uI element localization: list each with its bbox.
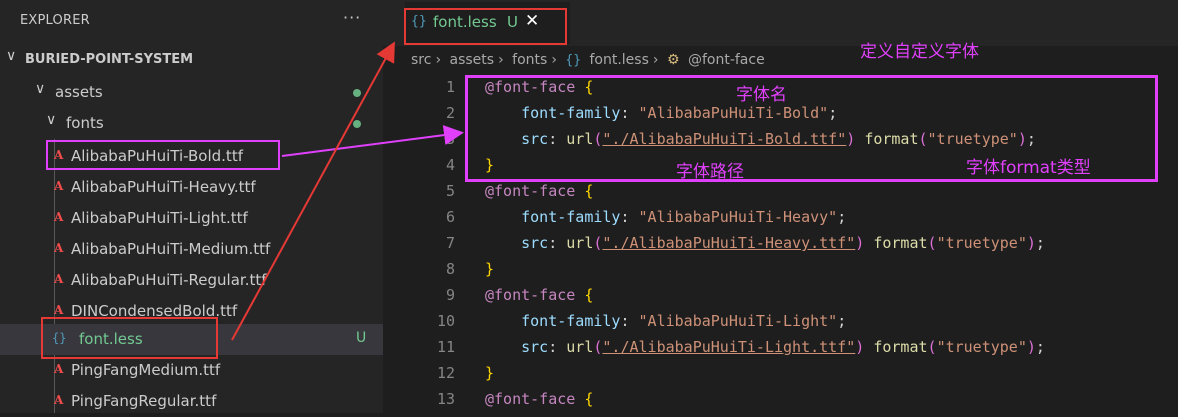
tree-folder-fonts[interactable]: ∨ fonts xyxy=(0,108,383,139)
file-highlight-box xyxy=(41,317,218,359)
modified-dot-icon xyxy=(353,120,361,128)
chevron-right-icon: › xyxy=(435,52,442,68)
breadcrumb: src › assets › fonts › {} font.less › ⚙ @fon… xyxy=(411,52,769,68)
annotation-label: 定义自定义字体 xyxy=(860,42,979,62)
code-line[interactable]: @font-face { xyxy=(485,182,593,200)
line-number: 11 xyxy=(436,338,455,356)
line-number: 5 xyxy=(445,182,455,200)
file-row[interactable]: A AlibabaPuHuiTi-Medium.ttf xyxy=(0,234,383,265)
symbol-class-icon: ⚙ xyxy=(666,52,680,68)
file-row[interactable]: A AlibabaPuHuiTi-Regular.ttf xyxy=(0,265,383,296)
file-highlight-box xyxy=(46,140,280,170)
ttf-icon: A xyxy=(54,303,64,317)
ttf-icon: A xyxy=(54,179,64,193)
file-label: PingFangRegular.ttf xyxy=(71,392,217,410)
git-status-badge: U xyxy=(356,330,367,346)
code-line[interactable]: } xyxy=(485,364,494,382)
chevron-right-icon: › xyxy=(551,52,557,68)
line-number: 13 xyxy=(436,390,455,408)
chevron-right-icon: › xyxy=(652,52,659,68)
line-number: 12 xyxy=(436,364,455,382)
annotation-label: 字体format类型 xyxy=(966,158,1091,178)
more-actions-icon[interactable]: ··· xyxy=(343,8,361,27)
chevron-right-icon: › xyxy=(498,52,504,68)
folder-label: fonts xyxy=(66,114,104,132)
less-file-icon: {} xyxy=(565,53,582,68)
chevron-down-icon: ∨ xyxy=(6,48,17,64)
code-line[interactable]: @font-face { xyxy=(485,286,593,304)
file-row[interactable]: A PingFangRegular.ttf xyxy=(0,386,383,417)
tab-highlight-box xyxy=(404,8,567,45)
code-line[interactable]: font-family: "AlibabaPuHuiTi-Heavy"; xyxy=(485,208,846,226)
line-number: 1 xyxy=(445,78,455,96)
code-line[interactable]: @font-face { xyxy=(485,390,593,408)
ttf-icon: A xyxy=(54,241,64,255)
breadcrumb-item[interactable]: src xyxy=(411,52,431,68)
code-line[interactable]: src: url("./AlibabaPuHuiTi-Heavy.ttf") f… xyxy=(485,234,1045,252)
explorer-header: EXPLORER ··· xyxy=(0,0,383,44)
file-label: AlibabaPuHuiTi-Medium.ttf xyxy=(71,240,271,258)
annotation-label: 字体名 xyxy=(736,85,787,105)
vscode-window: EXPLORER ··· ∨ BURIED-POINT-SYSTEM ∨ ass… xyxy=(0,0,1178,413)
line-number: 3 xyxy=(445,130,455,148)
file-label: PingFangMedium.ttf xyxy=(71,361,221,379)
file-row[interactable]: A AlibabaPuHuiTi-Light.ttf xyxy=(0,203,383,234)
line-number: 10 xyxy=(436,312,455,330)
code-line[interactable]: src: url("./AlibabaPuHuiTi-Light.ttf") f… xyxy=(485,338,1045,356)
breadcrumb-item[interactable]: @font-face xyxy=(688,52,765,68)
editor-area: {} font.less U ✕ src › assets › fonts › {} … xyxy=(383,0,1178,413)
ttf-icon: A xyxy=(54,362,64,376)
code-line[interactable]: } xyxy=(485,260,494,278)
line-number: 6 xyxy=(445,208,455,226)
breadcrumb-item[interactable]: fonts xyxy=(512,52,547,68)
annotation-label: 字体路径 xyxy=(676,162,744,182)
line-number: 4 xyxy=(445,156,455,174)
chevron-down-icon: ∨ xyxy=(46,112,57,128)
tree-folder-assets[interactable]: ∨ assets xyxy=(0,77,383,108)
modified-dot-icon xyxy=(353,89,361,97)
ttf-icon: A xyxy=(54,210,64,224)
file-label: AlibabaPuHuiTi-Regular.ttf xyxy=(71,271,267,289)
line-number: 9 xyxy=(445,286,455,304)
file-label: AlibabaPuHuiTi-Light.ttf xyxy=(71,209,248,227)
breadcrumb-item[interactable]: assets xyxy=(450,52,495,68)
ttf-icon: A xyxy=(54,393,64,407)
ttf-icon: A xyxy=(54,272,64,286)
line-number: 2 xyxy=(445,104,455,122)
code-line[interactable]: font-family: "AlibabaPuHuiTi-Light"; xyxy=(485,312,846,330)
file-row[interactable]: A PingFangMedium.ttf xyxy=(0,355,383,386)
folder-label: assets xyxy=(55,83,103,101)
file-label: AlibabaPuHuiTi-Heavy.ttf xyxy=(71,178,256,196)
root-folder-label: BURIED-POINT-SYSTEM xyxy=(25,52,194,67)
chevron-down-icon: ∨ xyxy=(35,81,46,97)
tree-root-folder[interactable]: ∨ BURIED-POINT-SYSTEM xyxy=(0,44,383,75)
line-number: 7 xyxy=(445,234,455,252)
line-number: 8 xyxy=(445,260,455,278)
explorer-title: EXPLORER xyxy=(20,13,90,28)
breadcrumb-item[interactable]: font.less xyxy=(589,52,648,68)
file-row[interactable]: A AlibabaPuHuiTi-Heavy.ttf xyxy=(0,172,383,203)
